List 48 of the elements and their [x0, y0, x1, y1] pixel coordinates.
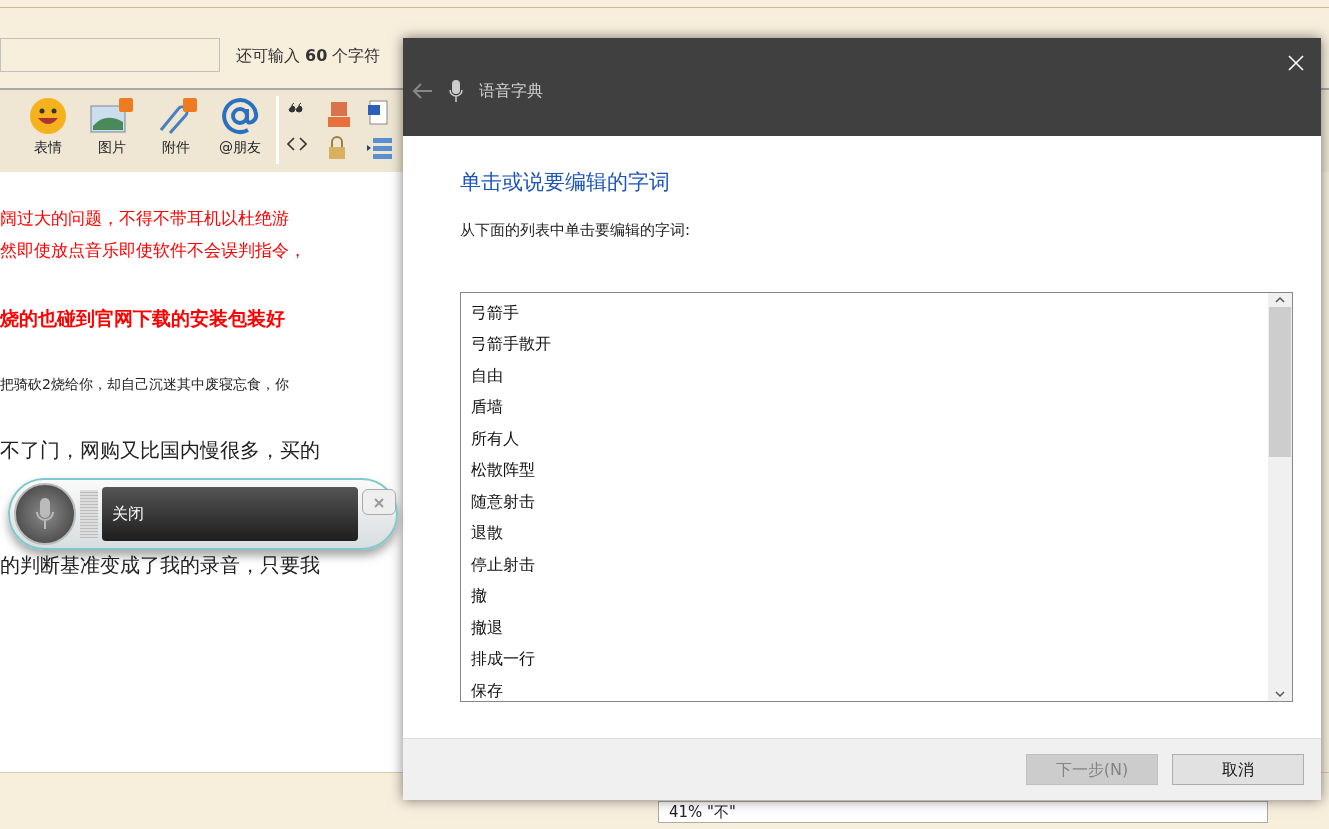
scrollbar-thumb[interactable] — [1269, 306, 1291, 457]
list-icon[interactable] — [367, 136, 393, 160]
code-icon[interactable] — [287, 136, 307, 152]
paragraph-text: 阔过大的问题，不得不带耳机以杜绝游 — [0, 207, 290, 230]
close-icon — [1287, 54, 1305, 72]
toolbar-button[interactable]: 图片 — [84, 96, 140, 156]
paragraph-text: 的判断基准变成了我的录音，只要我 — [0, 552, 321, 579]
instruction-text: 从下面的列表中单击要编辑的字词: — [460, 220, 692, 242]
paragraph-text: 烧的也碰到官网下载的安装包装好 — [0, 306, 286, 331]
list-item[interactable]: 盾墙 — [461, 391, 1268, 423]
free-tag-icon[interactable] — [327, 100, 351, 128]
picture-icon — [89, 96, 135, 136]
toolbar-button[interactable]: @朋友 — [212, 96, 268, 156]
list-item[interactable]: 撤退 — [461, 611, 1268, 644]
list-item[interactable]: 自由 — [461, 359, 1268, 392]
title-input-field[interactable] — [0, 38, 220, 72]
list-item[interactable]: 保存 — [461, 674, 1268, 707]
recognition-tooltip: 41% "不" — [658, 801, 1268, 823]
list-item[interactable]: 所有人 — [461, 422, 1268, 455]
document-icon[interactable] — [367, 100, 389, 126]
lock-icon[interactable] — [327, 136, 347, 160]
list-item[interactable]: 停止射击 — [461, 548, 1268, 581]
list-item[interactable]: 弓箭手 — [461, 296, 1268, 329]
quote-icon[interactable] — [287, 100, 303, 116]
microphone-button[interactable] — [14, 483, 76, 545]
volume-meter — [80, 490, 98, 538]
dialog-title: 语音字典 — [479, 80, 543, 102]
microphone-icon — [35, 497, 55, 531]
list-item[interactable]: 松散阵型 — [461, 454, 1268, 486]
list-item[interactable]: 弓箭手散开 — [461, 328, 1268, 360]
microphone-icon — [449, 79, 463, 103]
list-item[interactable]: 撤 — [461, 580, 1268, 612]
list-item[interactable]: 随意射击 — [461, 485, 1268, 518]
toolbar-button[interactable]: 表情 — [20, 96, 76, 156]
status-display: 关闭 — [102, 487, 358, 541]
list-item[interactable]: 排成一行 — [461, 643, 1268, 675]
at-sign-icon — [220, 96, 260, 136]
scrollbar[interactable] — [1268, 292, 1292, 701]
character-counter: 还可输入 60 个字符 — [236, 45, 381, 67]
paragraph-text: 不了门，网购又比国内慢很多，买的 — [0, 437, 321, 464]
paragraph-text: 然即使放点音乐即使软件不会误判指令， — [0, 239, 307, 262]
dialog-heading: 单击或说要编辑的字词 — [460, 170, 671, 196]
smiley-icon — [28, 96, 68, 136]
list-item[interactable]: 退散 — [461, 517, 1268, 549]
back-arrow-icon[interactable] — [411, 82, 433, 100]
paragraph-text: 把骑砍2烧给你，却自己沉迷其中废寝忘食，你 — [0, 375, 290, 394]
cancel-button[interactable]: 取消 — [1172, 754, 1304, 785]
toolbar-button[interactable]: 附件 — [148, 96, 204, 156]
